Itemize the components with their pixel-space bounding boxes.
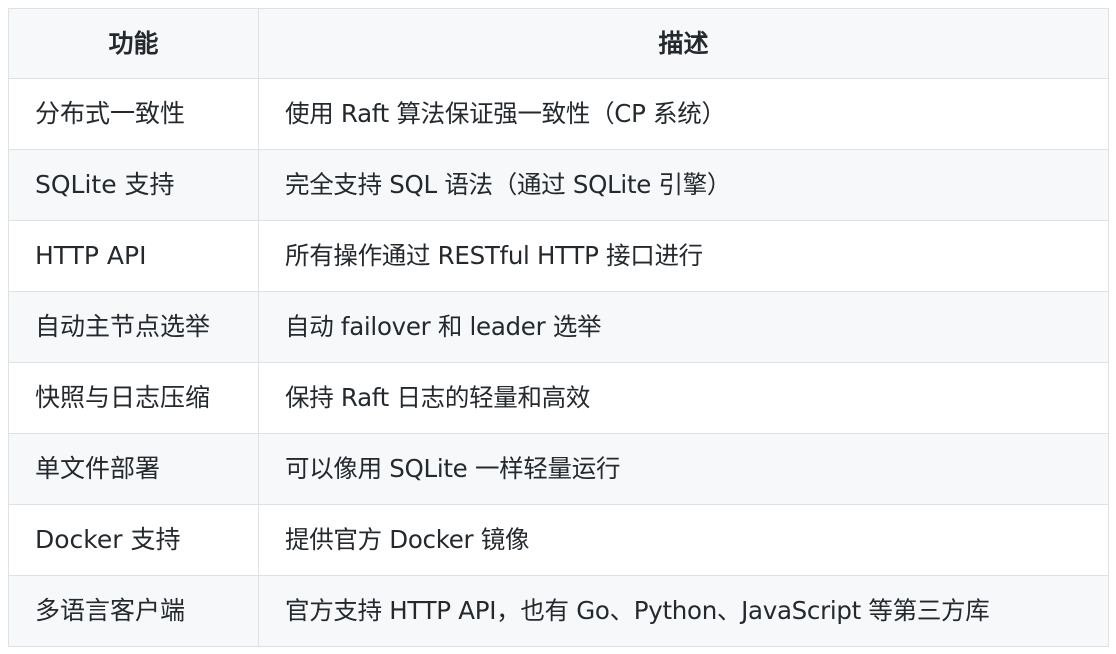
description-cell: 自动 failover 和 leader 选举: [258, 291, 1109, 363]
feature-cell: 快照与日志压缩: [8, 362, 259, 434]
table-row: HTTP API 所有操作通过 RESTful HTTP 接口进行: [8, 220, 1109, 292]
description-cell: 保持 Raft 日志的轻量和高效: [258, 362, 1109, 434]
table-row: 多语言客户端 官方支持 HTTP API，也有 Go、Python、JavaSc…: [8, 575, 1109, 647]
column-header-description: 描述: [258, 8, 1109, 79]
feature-cell: SQLite 支持: [8, 149, 259, 221]
feature-cell: HTTP API: [8, 220, 259, 292]
feature-cell: 分布式一致性: [8, 78, 259, 150]
feature-cell: Docker 支持: [8, 504, 259, 576]
table-header-row: 功能 描述: [8, 8, 1109, 79]
feature-cell: 自动主节点选举: [8, 291, 259, 363]
table-row: Docker 支持 提供官方 Docker 镜像: [8, 504, 1109, 576]
description-cell: 完全支持 SQL 语法（通过 SQLite 引擎）: [258, 149, 1109, 221]
description-cell: 可以像用 SQLite 一样轻量运行: [258, 433, 1109, 505]
feature-table: 功能 描述 分布式一致性 使用 Raft 算法保证强一致性（CP 系统） SQL…: [8, 8, 1109, 647]
table-row: SQLite 支持 完全支持 SQL 语法（通过 SQLite 引擎）: [8, 149, 1109, 221]
feature-table-container: 功能 描述 分布式一致性 使用 Raft 算法保证强一致性（CP 系统） SQL…: [8, 8, 1109, 647]
table-row: 自动主节点选举 自动 failover 和 leader 选举: [8, 291, 1109, 363]
feature-cell: 多语言客户端: [8, 575, 259, 647]
table-row: 分布式一致性 使用 Raft 算法保证强一致性（CP 系统）: [8, 78, 1109, 150]
description-cell: 提供官方 Docker 镜像: [258, 504, 1109, 576]
description-cell: 使用 Raft 算法保证强一致性（CP 系统）: [258, 78, 1109, 150]
table-row: 单文件部署 可以像用 SQLite 一样轻量运行: [8, 433, 1109, 505]
description-cell: 所有操作通过 RESTful HTTP 接口进行: [258, 220, 1109, 292]
column-header-feature: 功能: [8, 8, 259, 79]
feature-cell: 单文件部署: [8, 433, 259, 505]
table-row: 快照与日志压缩 保持 Raft 日志的轻量和高效: [8, 362, 1109, 434]
description-cell: 官方支持 HTTP API，也有 Go、Python、JavaScript 等第…: [258, 575, 1109, 647]
